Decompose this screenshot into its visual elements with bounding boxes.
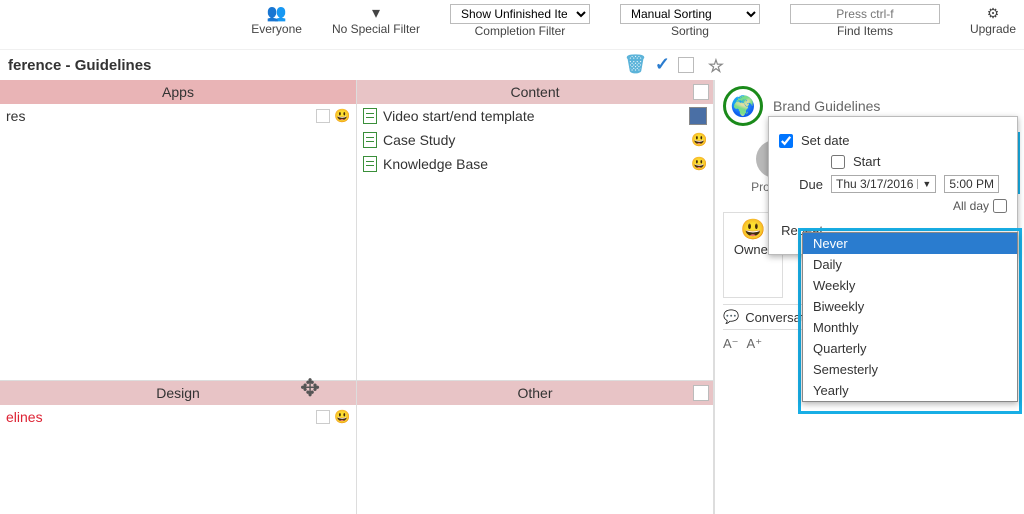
owner-face-icon: 😃 [741, 217, 766, 242]
completion-filter: Show Unfinished Items Completion Filter [450, 4, 590, 38]
item-label: res [6, 108, 25, 124]
list-item[interactable]: Case Study [357, 128, 713, 152]
item-checkbox[interactable] [316, 410, 330, 424]
star-icon[interactable]: ☆ [708, 56, 724, 77]
face-icon [691, 156, 707, 172]
other-column: Other [357, 381, 714, 514]
upgrade-label: Upgrade [970, 22, 1016, 36]
funnel-icon: ▾ [372, 4, 380, 22]
content-header-checkbox[interactable] [693, 84, 709, 100]
due-label: Due [779, 177, 823, 192]
item-label: Video start/end template [383, 108, 535, 124]
chat-icon: 💬 [723, 309, 739, 325]
face-icon [691, 132, 707, 148]
item-label: elines [6, 409, 43, 425]
everyone-label: Everyone [251, 22, 302, 36]
people-icon: 👥 [267, 4, 287, 22]
setdate-label: Set date [801, 133, 849, 148]
find-input[interactable] [790, 4, 940, 24]
doc-icon [363, 132, 377, 148]
face-icon [334, 108, 350, 124]
list-item[interactable]: Knowledge Base [357, 152, 713, 176]
apps-header[interactable]: Apps [0, 80, 356, 104]
upgrade-icon: ⚙ [987, 4, 1000, 22]
repeat-option[interactable]: Monthly [803, 317, 1017, 338]
find-tool: Find Items [790, 4, 940, 38]
item-label: Knowledge Base [383, 156, 488, 172]
content-column: Content Video start/end template Case St… [357, 80, 714, 380]
repeat-option[interactable]: Never [803, 233, 1017, 254]
due-date-picker[interactable]: Thu 3/17/2016 ▼ [831, 175, 936, 193]
doc-icon [363, 156, 377, 172]
apps-header-label: Apps [162, 84, 194, 100]
avatar-icon [689, 107, 707, 125]
drag-handle-icon[interactable] [298, 376, 326, 404]
completion-select[interactable]: Show Unfinished Items [450, 4, 590, 24]
breadcrumb-text: ference - Guidelines [8, 57, 151, 74]
repeat-option[interactable]: Biweekly [803, 296, 1017, 317]
repeat-option[interactable]: Semesterly [803, 359, 1017, 380]
globe-icon: 🌍 [723, 86, 763, 126]
repeat-option[interactable]: Daily [803, 254, 1017, 275]
content-header-label: Content [510, 84, 559, 100]
list-item[interactable]: elines [0, 405, 356, 429]
font-smaller[interactable]: A⁻ [723, 336, 739, 352]
item-checkbox[interactable] [316, 109, 330, 123]
breadcrumb: ference - Guidelines 🗑 ✓ ☆ [0, 50, 1024, 80]
list-item[interactable]: res [0, 104, 356, 128]
owner-label: Owner [734, 242, 772, 257]
design-header-label: Design [156, 385, 200, 401]
due-date-value: Thu 3/17/2016 [836, 177, 913, 191]
allday-checkbox[interactable] [993, 199, 1007, 213]
sorting-tool: Manual Sorting Sorting [620, 4, 760, 38]
doc-icon [363, 108, 377, 124]
detail-title: Brand Guidelines [773, 98, 880, 114]
start-label: Start [853, 154, 880, 169]
repeat-option[interactable]: Weekly [803, 275, 1017, 296]
check-icon[interactable]: ✓ [655, 54, 670, 75]
start-checkbox[interactable] [831, 155, 845, 169]
everyone-tool[interactable]: 👥 Everyone [251, 4, 302, 36]
due-time-picker[interactable]: 5:00 PM [944, 175, 999, 193]
repeat-option[interactable]: Quarterly [803, 338, 1017, 359]
repeat-dropdown: Never Daily Weekly Biweekly Monthly Quar… [802, 232, 1018, 402]
item-label: Case Study [383, 132, 455, 148]
chevron-down-icon: ▼ [917, 179, 931, 189]
allday-label: All day [953, 199, 989, 213]
other-header-label: Other [517, 385, 552, 401]
columns-area: Apps res Content Video start/end templat… [0, 80, 714, 514]
setdate-checkbox[interactable] [779, 134, 793, 148]
content-header[interactable]: Content [357, 80, 713, 104]
font-larger[interactable]: A⁺ [747, 336, 763, 352]
trash-icon[interactable]: 🗑 [624, 54, 647, 75]
toolbar: 👥 Everyone ▾ No Special Filter Show Unfi… [0, 0, 1024, 50]
filter-tool[interactable]: ▾ No Special Filter [332, 4, 420, 36]
header-checkbox[interactable] [678, 57, 694, 73]
sorting-label: Sorting [671, 24, 709, 38]
completion-label: Completion Filter [475, 24, 566, 38]
repeat-option[interactable]: Yearly [803, 380, 1017, 401]
other-header-checkbox[interactable] [693, 385, 709, 401]
due-time-value: 5:00 PM [949, 177, 994, 191]
list-item[interactable]: Video start/end template [357, 104, 713, 128]
sorting-select[interactable]: Manual Sorting [620, 4, 760, 24]
filter-label: No Special Filter [332, 22, 420, 36]
upgrade-tool[interactable]: ⚙ Upgrade [970, 4, 1016, 36]
apps-column: Apps res [0, 80, 357, 380]
face-icon [334, 409, 350, 425]
other-header[interactable]: Other [357, 381, 713, 405]
find-label: Find Items [837, 24, 893, 38]
